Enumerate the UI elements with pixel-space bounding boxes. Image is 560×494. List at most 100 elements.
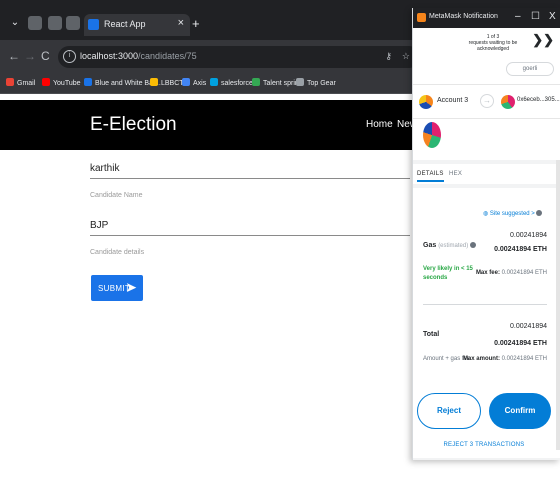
gmail-icon <box>6 78 14 86</box>
browser-tab-react-app[interactable]: React App × <box>84 14 190 36</box>
back-arrow-icon[interactable]: ← <box>8 49 20 63</box>
total-amount-eth: 0.00241894 ETH <box>494 340 547 347</box>
next-request-icon[interactable]: ❯❯ <box>532 32 554 48</box>
gas-label: Gas (estimated) <box>423 242 477 249</box>
forward-arrow-icon[interactable]: → <box>24 49 36 63</box>
submit-button[interactable]: SUBMIT ➤ <box>91 275 143 301</box>
bookmark-salesforce[interactable]: salesforce <box>210 78 253 87</box>
bookmark-site-icon <box>150 78 158 86</box>
url-text[interactable]: localhost:3000/candidates/75 <box>80 51 197 61</box>
divider <box>413 84 560 85</box>
maximize-icon[interactable]: ☐ <box>531 11 540 22</box>
candidate-name-value: karthik <box>90 163 120 174</box>
confirm-button[interactable]: Confirm <box>489 393 551 429</box>
site-suggested-text: Site suggested <box>489 211 530 217</box>
url-omnibox[interactable]: i localhost:3000/candidates/75 ⚷ ☆ <box>58 46 420 68</box>
max-fee-label: Max fee: <box>475 270 500 276</box>
gas-amount: 0.00241894 <box>510 232 547 239</box>
account-name[interactable]: Account 3 <box>437 97 468 104</box>
total-amount: 0.00241894 <box>510 323 547 330</box>
divider <box>423 304 547 305</box>
new-tab-icon[interactable]: + <box>192 16 200 31</box>
bookmark-label: YouTube <box>53 80 81 87</box>
site-suggested-link[interactable]: ◍ Site suggested > <box>483 210 543 217</box>
tab-close-icon[interactable]: × <box>178 17 184 29</box>
bookmark-youtube[interactable]: YouTube <box>42 78 81 87</box>
youtube-icon <box>42 78 50 86</box>
screen: ⌄ React App × + ← → C i localhost:3000/c… <box>0 0 560 494</box>
network-badge[interactable]: goerli <box>506 62 554 76</box>
candidate-details-label: Candidate details <box>90 249 145 256</box>
account-avatar-icon <box>419 95 433 109</box>
input-underline <box>90 178 410 179</box>
max-amount-value: 0.00241894 ETH <box>501 356 547 362</box>
candidate-details-input[interactable]: BJP <box>90 215 410 237</box>
gas-amount-eth: 0.00241894 ETH <box>494 246 547 253</box>
password-key-icon[interactable]: ⚷ <box>385 51 392 62</box>
metamask-fox-icon <box>417 13 426 22</box>
tab-search-icon[interactable]: ⌄ <box>8 16 22 30</box>
origin-avatar-icon <box>423 122 441 148</box>
gas-info-icon[interactable] <box>470 242 477 248</box>
candidate-name-input[interactable]: karthik <box>90 158 410 180</box>
pinned-tab-icon-3[interactable] <box>66 16 80 30</box>
close-window-icon[interactable]: X <box>549 11 556 22</box>
nav-home-link[interactable]: Home <box>366 119 393 130</box>
url-path: /candidates/75 <box>138 51 197 61</box>
salesforce-icon <box>210 78 218 86</box>
globe-icon: ◍ <box>483 211 489 217</box>
brand-title[interactable]: E-Election <box>90 114 177 136</box>
bookmark-site-icon <box>84 78 92 86</box>
max-fee: Max fee: 0.00241894 ETH <box>476 270 547 276</box>
metamask-title-bar: MetaMask Notification – ☐ X <box>413 8 560 28</box>
chevron-right-icon: > <box>531 211 535 217</box>
max-fee-value: 0.00241894 ETH <box>501 270 547 276</box>
bookmark-label: Gmail <box>17 80 36 87</box>
bookmark-label: Axis <box>193 80 207 87</box>
reject-all-link[interactable]: REJECT 3 TRANSACTIONS <box>413 442 555 448</box>
bookmark-label: salesforce <box>221 80 253 87</box>
candidate-name-label: Candidate Name <box>90 192 143 199</box>
tab-hex[interactable]: HEX <box>449 171 462 177</box>
transfer-arrow-icon: → <box>480 94 494 108</box>
queue-text: requests waiting to be acknowledged <box>468 40 518 52</box>
reload-icon[interactable]: C <box>41 49 50 63</box>
recipient-address[interactable]: 0x6eceb...305... <box>517 97 560 103</box>
tab-title: React App <box>104 19 146 29</box>
request-queue-info: 1 of 3 requests waiting to be acknowledg… <box>453 34 533 52</box>
input-underline <box>90 235 410 236</box>
gas-estimated-text: (estimated) <box>438 243 469 249</box>
bookmark-star-icon[interactable]: ☆ <box>402 51 410 62</box>
gas-time-estimate: Very likely in < 15 seconds <box>423 266 473 281</box>
bookmark-lbbct[interactable]: LBBCT <box>150 78 184 87</box>
divider <box>413 118 560 119</box>
tab-details[interactable]: DETAILS <box>417 171 444 182</box>
metamask-window-title: MetaMask Notification <box>429 13 498 20</box>
candidate-details-value: BJP <box>90 220 109 231</box>
bookmark-site-icon <box>252 78 260 86</box>
gas-label-text: Gas <box>423 242 437 249</box>
sender-recipient-row: Account 3 → 0x6eceb...305... <box>413 88 560 116</box>
total-label: Total <box>423 331 440 338</box>
details-tab-bar: DETAILS HEX <box>413 164 560 184</box>
scrollbar[interactable] <box>556 160 560 450</box>
info-icon[interactable] <box>536 210 543 216</box>
site-info-icon[interactable]: i <box>63 50 76 63</box>
react-favicon-icon <box>88 19 99 30</box>
bookmark-label: Top Gear <box>307 80 336 87</box>
bookmark-gmail[interactable]: Gmail <box>6 78 35 87</box>
minimize-icon[interactable]: – <box>515 11 521 22</box>
bookmark-talent-sprint[interactable]: Talent sprint <box>252 78 301 87</box>
metamask-notification-window: MetaMask Notification – ☐ X 1 of 3 reque… <box>412 8 560 460</box>
pinned-tab-icon[interactable] <box>28 16 42 30</box>
send-arrow-icon: ➤ <box>125 279 137 295</box>
bookmark-site-icon <box>296 78 304 86</box>
max-amount: Max amount: 0.00241894 ETH <box>463 356 547 362</box>
bookmark-site-icon <box>182 78 190 86</box>
bookmark-axis[interactable]: Axis <box>182 78 206 87</box>
reject-button[interactable]: Reject <box>417 393 481 429</box>
recipient-avatar-icon <box>501 95 515 109</box>
pinned-tab-icon-2[interactable] <box>48 16 62 30</box>
max-amount-label: Max amount: <box>462 356 500 362</box>
bookmark-top-gear[interactable]: Top Gear <box>296 78 336 87</box>
